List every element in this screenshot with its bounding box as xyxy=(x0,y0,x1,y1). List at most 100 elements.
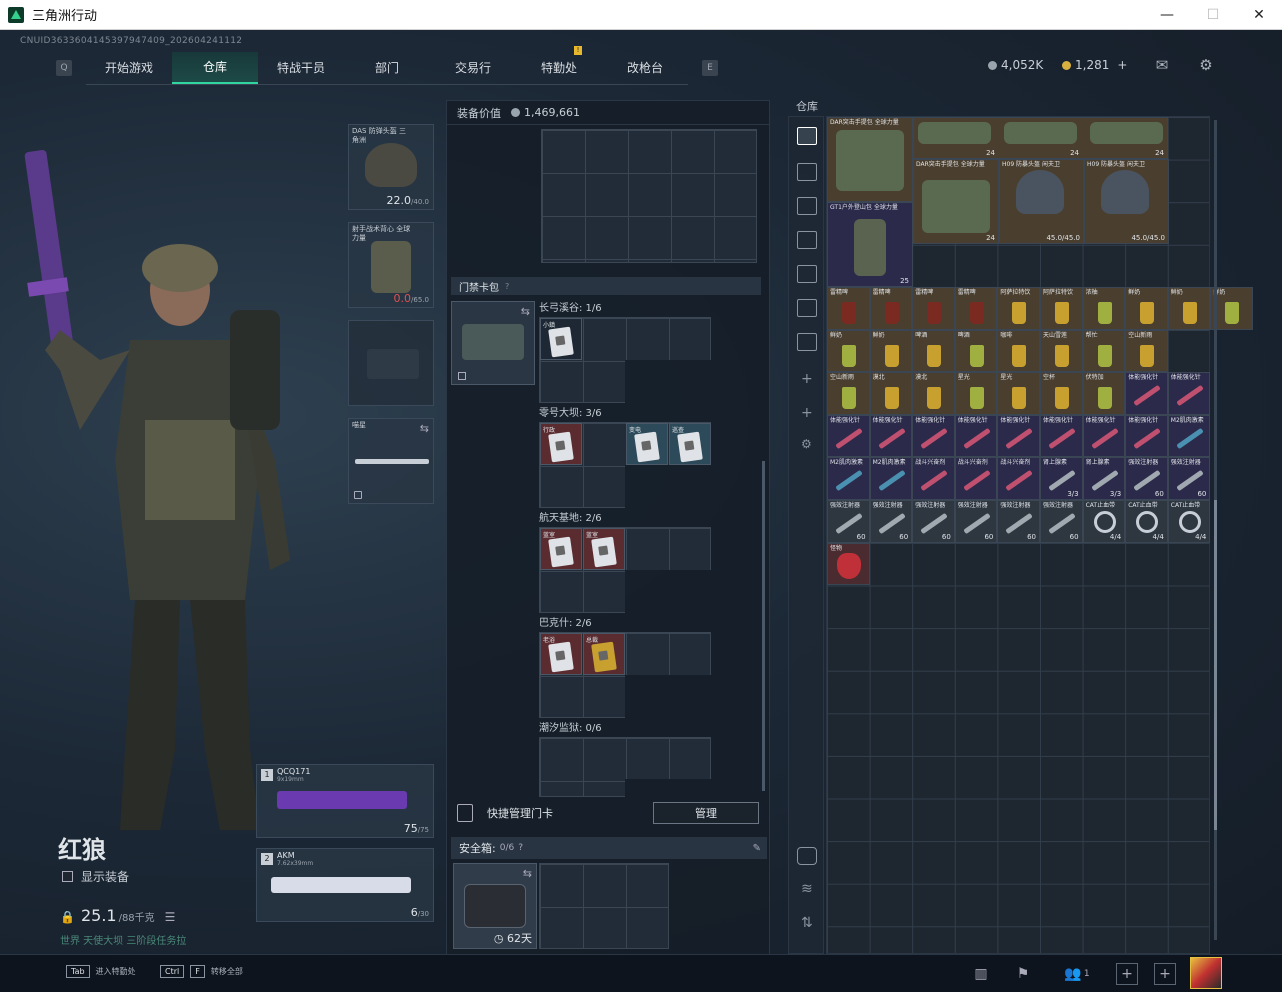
stats-icon[interactable]: ▥ xyxy=(970,963,992,985)
keycard-item[interactable]: 蓝室 xyxy=(583,528,625,570)
weapon-slot-primary[interactable]: 1 QCQ171 9x19mm 75/75 xyxy=(256,764,434,838)
keycard-item[interactable]: 老浴 xyxy=(540,633,582,675)
inventory-item[interactable]: 鲜奶 xyxy=(1125,287,1168,330)
show-equip-checkbox[interactable] xyxy=(62,871,73,882)
warehouse-page-1-icon[interactable] xyxy=(797,163,817,181)
item-bag[interactable]: DAR突击手提包 全球力量 24 xyxy=(913,159,999,244)
help-icon[interactable]: ? xyxy=(518,843,523,853)
inventory-item[interactable]: 帮忙 xyxy=(1082,329,1126,373)
gear-icon[interactable]: ⚙ xyxy=(1196,56,1216,74)
inventory-item[interactable]: 体能强化针 xyxy=(827,414,870,458)
inventory-item[interactable]: M2肌肉激素 xyxy=(827,457,870,500)
inventory-item[interactable]: 雷精啤 xyxy=(954,287,998,330)
inventory-item[interactable]: 雷精啤 xyxy=(827,287,870,330)
inventory-item[interactable]: 体能强化针 xyxy=(1125,414,1168,458)
hotkey-special-service[interactable]: Tab 进入特勤处 xyxy=(66,965,136,978)
nav-prev-button[interactable]: Q xyxy=(56,60,72,76)
add-squad-button[interactable]: + xyxy=(1116,963,1138,985)
gear-icon[interactable]: ⚙ xyxy=(801,437,812,451)
inventory-item[interactable]: 体能强化针 xyxy=(1125,372,1168,415)
keycard-item[interactable]: 行政 xyxy=(540,423,582,465)
mail-icon[interactable]: ✉ xyxy=(1152,56,1172,74)
inventory-item[interactable]: 战斗兴奋剂 xyxy=(912,457,955,500)
inventory-item[interactable]: 雷精啤 xyxy=(912,287,955,330)
inventory-item[interactable]: 阿萨拉特饮 xyxy=(997,287,1040,330)
keycard-item[interactable]: 总裁 xyxy=(583,633,625,675)
inventory-item[interactable]: 啤酒 xyxy=(954,329,998,373)
tab-operators[interactable]: 特战干员 xyxy=(258,52,344,84)
item-backpack[interactable]: GT1户外登山包 全球力量 25 xyxy=(827,202,913,287)
warehouse-grid[interactable]: DAR突击手提包 全球力量 24 24 24 DAR突击手提包 全球力量 24 H… xyxy=(826,116,1253,954)
inventory-item[interactable]: 咖啡 xyxy=(997,329,1040,373)
scrollbar[interactable] xyxy=(762,461,765,791)
item-helmet[interactable]: H09 防暴头盔 闲夫卫 45.0/45.0 xyxy=(999,159,1084,244)
scroll-thumb[interactable] xyxy=(1214,500,1217,830)
keycard-holder[interactable]: ⇆ xyxy=(451,301,535,385)
inventory-item[interactable]: 空山新雨 xyxy=(827,372,870,415)
inventory-item[interactable]: 战斗兴奋剂 xyxy=(954,457,998,500)
currency-premium[interactable]: 1,281 + xyxy=(1062,58,1127,72)
inventory-item[interactable]: 鲜奶 xyxy=(869,329,913,373)
inventory-item[interactable]: 天山雪莲 xyxy=(1040,329,1083,373)
safebox-grid[interactable] xyxy=(539,863,669,949)
inventory-item[interactable]: 空杯 xyxy=(1040,372,1083,415)
inventory-item[interactable]: 体能强化针 xyxy=(997,414,1040,458)
inventory-item[interactable]: 伏特加 xyxy=(1082,372,1126,415)
add-page-icon[interactable]: + xyxy=(801,371,813,387)
helmet-slot[interactable]: DAS 防弹头盔 三角洲 22.0/40.0 xyxy=(348,124,434,210)
inventory-item[interactable]: 阿萨拉特饮 xyxy=(1040,287,1083,330)
add-squad-button[interactable]: + xyxy=(1154,963,1176,985)
inventory-item[interactable]: 强效注射器 60 xyxy=(1167,457,1211,500)
inventory-item[interactable]: CAT止血带 4/4 xyxy=(1125,500,1168,543)
minimize-button[interactable]: — xyxy=(1144,0,1190,30)
warehouse-page-3-icon[interactable] xyxy=(797,231,817,249)
maximize-button[interactable]: ☐ xyxy=(1190,0,1236,30)
inventory-item[interactable]: M2肌肉激素 xyxy=(869,457,913,500)
inventory-item[interactable]: 雷精啤 xyxy=(869,287,913,330)
filter-icon[interactable]: ⇅ xyxy=(801,915,813,931)
swap-icon[interactable]: ⇆ xyxy=(523,867,532,880)
close-button[interactable]: ✕ xyxy=(1236,0,1282,30)
inventory-item[interactable]: 体能强化针 xyxy=(954,414,998,458)
warehouse-page-6-icon[interactable] xyxy=(797,333,817,351)
melee-slot[interactable]: 喵星 ⇆ xyxy=(348,418,434,504)
manage-button[interactable]: 管理 xyxy=(653,802,759,824)
hotkey-transfer-all[interactable]: Ctrl F 转移全部 xyxy=(160,965,243,978)
tab-start-game[interactable]: 开始游戏 xyxy=(86,52,172,84)
item-helmet[interactable]: H09 防暴头盔 闲夫卫 45.0/45.0 xyxy=(1084,159,1169,244)
inventory-item[interactable]: 鲜奶 xyxy=(1167,287,1211,330)
item-bag[interactable]: DAR突击手提包 全球力量 xyxy=(827,117,913,202)
inventory-item[interactable]: 漠北 xyxy=(912,372,955,415)
tab-gunsmith[interactable]: 改枪台 xyxy=(602,52,688,84)
warehouse-page-5-icon[interactable] xyxy=(797,299,817,317)
tab-trade[interactable]: 交易行 xyxy=(430,52,516,84)
warehouse-scrollbar[interactable] xyxy=(1214,120,1217,940)
add-page-icon[interactable]: + xyxy=(801,405,813,421)
inventory-item[interactable]: 体能强化针 xyxy=(1040,414,1083,458)
inventory-item[interactable]: 漠北 xyxy=(869,372,913,415)
armor-slot[interactable]: 射手战术背心 全球力量 0.0/65.0 xyxy=(348,222,434,308)
inventory-item[interactable]: 强效注射器 60 xyxy=(997,500,1040,543)
inventory-item[interactable]: 星光 xyxy=(954,372,998,415)
inventory-item[interactable]: 鲜奶 xyxy=(827,329,870,373)
keycard-item[interactable]: 变电 xyxy=(626,423,668,465)
warehouse-page-4-icon[interactable] xyxy=(797,265,817,283)
inventory-item[interactable]: 体能强化针 xyxy=(869,414,913,458)
warehouse-page-2-icon[interactable] xyxy=(797,197,817,215)
sort-icon[interactable] xyxy=(797,847,817,865)
list-icon[interactable]: ☰ xyxy=(165,910,176,924)
inventory-item[interactable]: 强效注射器 60 xyxy=(1040,500,1083,543)
nav-next-button[interactable]: E xyxy=(702,60,718,76)
keycard-item[interactable]: 小鎮 xyxy=(540,318,582,360)
item-bag-row[interactable]: 24 24 24 xyxy=(913,117,1168,159)
keycard-item[interactable]: 巡查 xyxy=(669,423,711,465)
show-equip-toggle[interactable]: 显示装备 xyxy=(62,868,129,885)
inventory-item[interactable]: 强效注射器 60 xyxy=(869,500,913,543)
inventory-item[interactable]: 肾上腺素 3/3 xyxy=(1040,457,1083,500)
tab-department[interactable]: 部门 xyxy=(344,52,430,84)
inventory-item[interactable]: 啤酒 xyxy=(912,329,955,373)
inventory-item[interactable]: 体能强化针 xyxy=(912,414,955,458)
add-currency-button[interactable]: + xyxy=(1117,58,1127,72)
inventory-item[interactable]: 星光 xyxy=(997,372,1040,415)
inventory-item[interactable]: 战斗兴奋剂 xyxy=(997,457,1040,500)
